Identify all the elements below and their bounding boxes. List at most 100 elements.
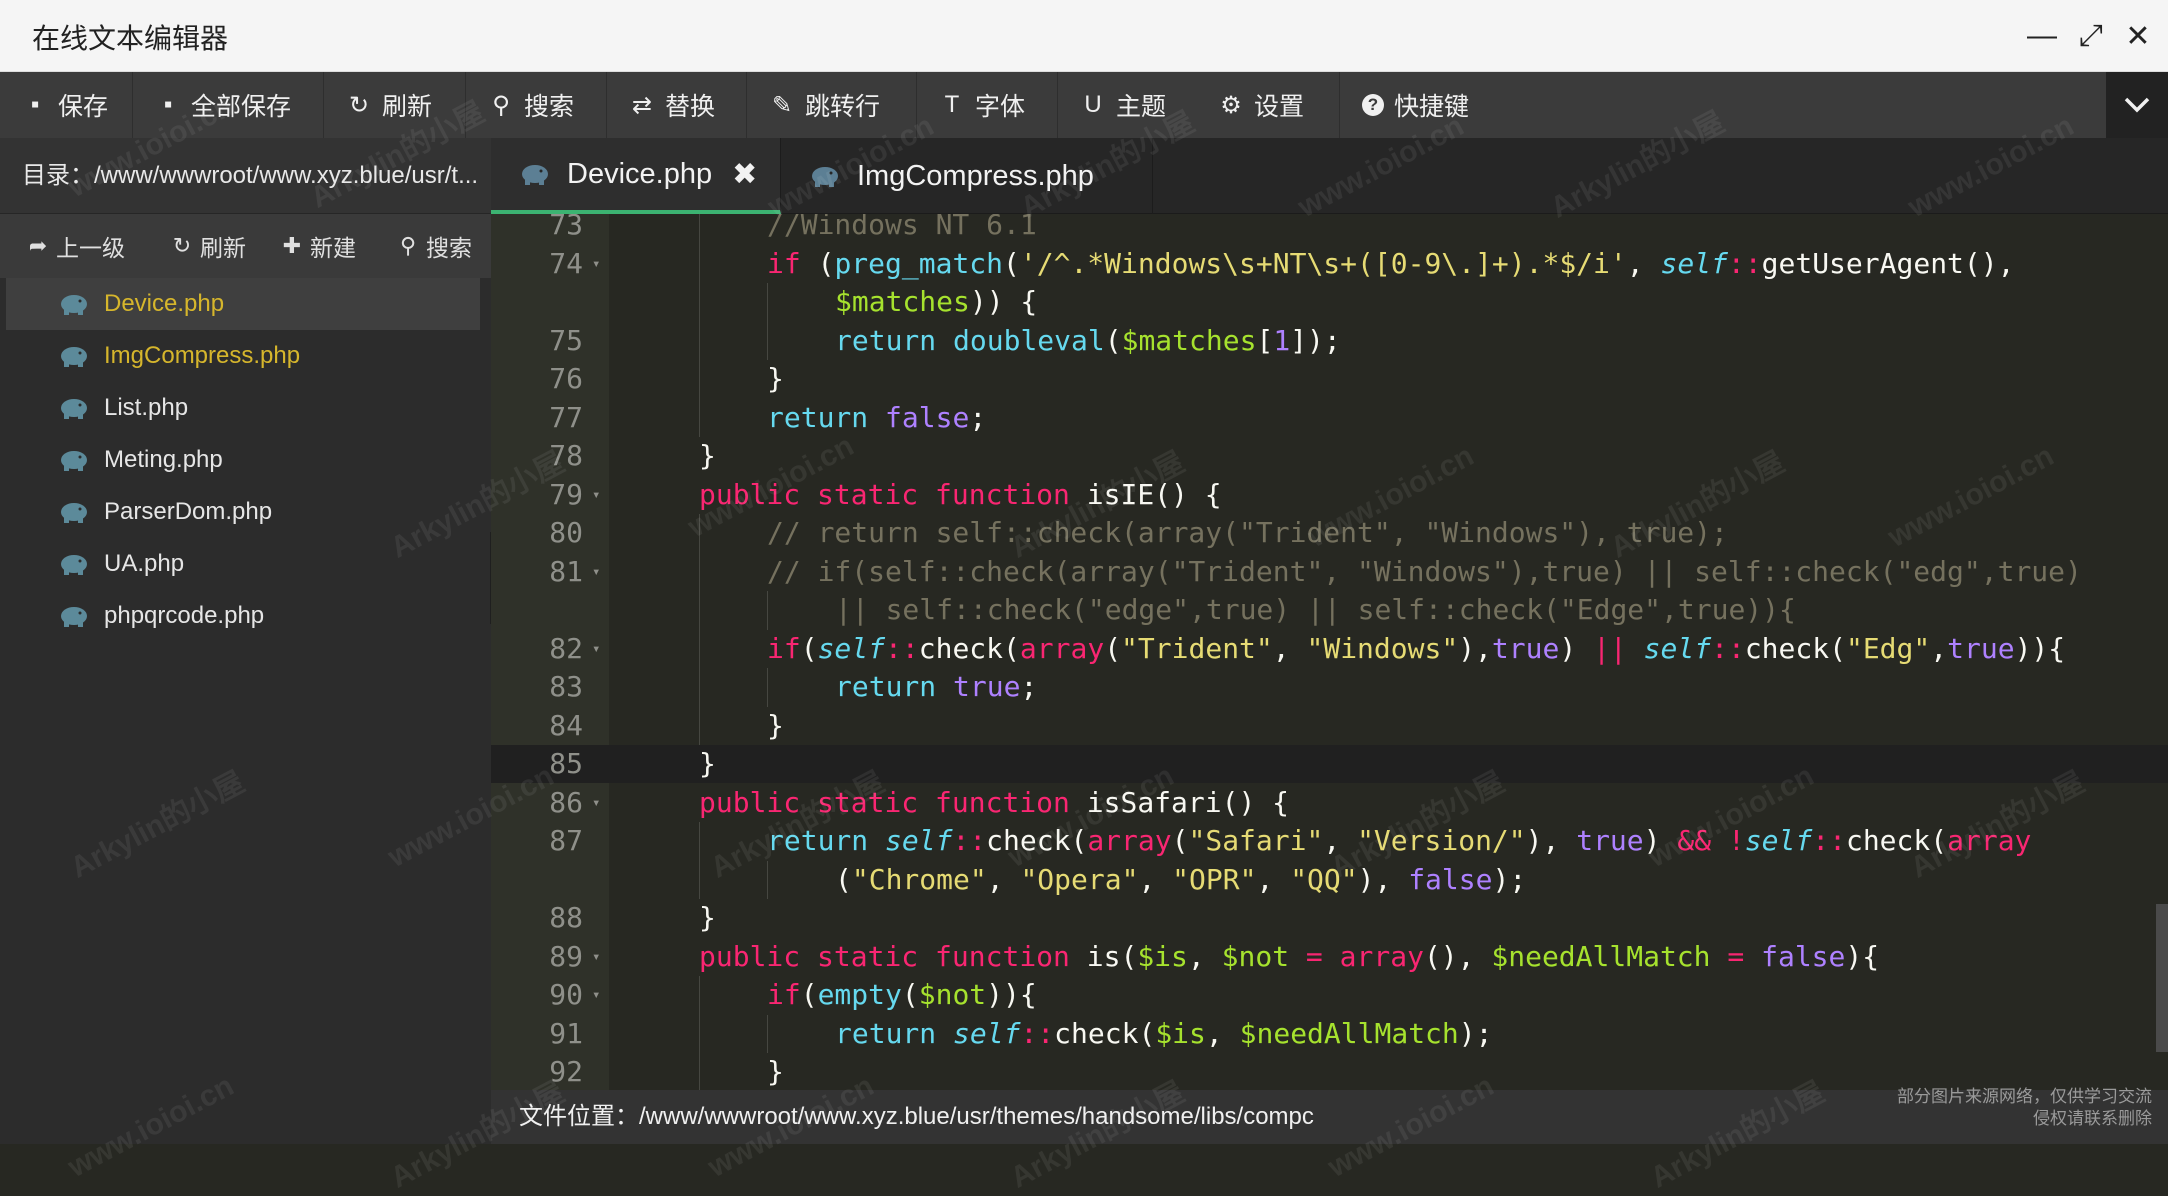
toolbar-more-button[interactable] xyxy=(2106,72,2168,138)
font-button[interactable]: T 字体 xyxy=(917,72,1058,138)
code-token: , xyxy=(1187,939,1222,973)
code-text: public static function is($is, $not = ar… xyxy=(699,938,1879,976)
parent-dir-label: 上一级 xyxy=(56,235,125,261)
code-token: check( xyxy=(918,631,1020,665)
code-token: ( xyxy=(1003,246,1020,280)
file-item[interactable]: ImgCompress.php xyxy=(6,330,480,382)
toolbar: ▪ 保存 ▪ 全部保存 ↻ 刷新 ⚲ 搜索 ⇄ 替换 ✎ 跳转行 T 字体 U 主题 ⚙ 设置 ?… xyxy=(0,72,2168,138)
fold-arrow-icon[interactable]: ▾ xyxy=(592,630,600,668)
tab-imgcompress-php[interactable]: ImgCompress.php xyxy=(781,138,1153,214)
code-editor[interactable]: 73//Windows NT 6.1 74 ▾ if (preg_match('/^.… xyxy=(491,214,2168,1090)
theme-button[interactable]: U 主题 xyxy=(1058,72,1198,138)
fold-arrow-icon[interactable]: ▾ xyxy=(592,976,600,1014)
code-token: self xyxy=(817,631,886,665)
file-item[interactable]: UA.php xyxy=(6,538,480,590)
refresh-files-button[interactable]: ↻ 刷新 xyxy=(170,214,246,278)
fold-arrow-icon[interactable]: ▾ xyxy=(592,245,600,283)
code-token: || xyxy=(1593,631,1627,665)
save-all-button[interactable]: ▪ 全部保存 xyxy=(133,72,324,138)
fold-arrow-icon[interactable]: ▾ xyxy=(592,553,600,591)
code-line: $matches)) { xyxy=(491,283,2168,322)
editor-scrollbar[interactable] xyxy=(2156,904,2168,1052)
code-token: check( xyxy=(1054,1016,1156,1050)
code-line: ("Chrome", "Opera", "OPR", "QQ"), false)… xyxy=(491,860,2168,899)
code-text: || self::check("edge",true) || self::che… xyxy=(835,591,1796,629)
code-token: ), xyxy=(1458,631,1492,665)
code-text: public static function isIE() { xyxy=(699,476,1222,514)
code-token: } xyxy=(767,708,784,742)
code-token: array xyxy=(1339,939,1424,973)
indent-guide xyxy=(767,321,768,360)
tab-device-php[interactable]: Device.php ✖ xyxy=(491,138,781,214)
code-token: , xyxy=(1272,631,1307,665)
indent-guide xyxy=(699,1014,700,1053)
refresh-button[interactable]: ↻ 刷新 xyxy=(324,72,466,138)
save-all-label: 全部保存 xyxy=(191,93,292,121)
file-list: Device.php ImgCompress.php List.php Meting.… xyxy=(0,278,491,642)
settings-button[interactable]: ⚙ 设置 xyxy=(1198,72,1340,138)
file-item[interactable]: List.php xyxy=(6,382,480,434)
code-token: } xyxy=(767,362,784,395)
shortcuts-button[interactable]: ? 快捷键 xyxy=(1340,72,1540,138)
code-token: self xyxy=(1660,246,1728,280)
code-token: } xyxy=(699,439,716,472)
code-token: :: xyxy=(885,631,919,665)
code-token: if xyxy=(767,631,801,665)
save-button[interactable]: ▪ 保存 xyxy=(0,72,133,138)
file-name: Device.php xyxy=(104,290,225,317)
font-label: 字体 xyxy=(975,93,1026,121)
file-sidebar: 目录：/www/wwwroot/www.xyz.blue/usr/t... ➦ 上… xyxy=(0,138,491,1144)
search-button[interactable]: ⚲ 搜索 xyxy=(466,72,607,138)
code-text: ("Chrome", "Opera", "OPR", "QQ"), false)… xyxy=(835,861,1526,899)
php-elephant-icon xyxy=(61,347,87,367)
fold-arrow-icon[interactable]: ▾ xyxy=(592,938,600,976)
code-text: } xyxy=(767,707,784,745)
minimize-icon[interactable]: — xyxy=(2020,14,2064,58)
close-tab-icon[interactable]: ✖ xyxy=(732,157,757,192)
code-token: public xyxy=(699,785,801,819)
goto-line-button[interactable]: ✎ 跳转行 xyxy=(747,72,917,138)
code-token: , xyxy=(1138,862,1173,896)
shortcuts-label: 快捷键 xyxy=(1394,93,1470,121)
indent-guide xyxy=(699,360,700,399)
gear-icon: ⚙ xyxy=(1220,91,1242,119)
code-token: } xyxy=(767,1055,784,1088)
file-item[interactable]: ParserDom.php xyxy=(6,486,480,538)
fold-arrow-icon[interactable]: ▾ xyxy=(592,476,600,514)
notice-line-1: 部分图片来源网络，仅供学习交流 xyxy=(1897,1087,2152,1106)
code-token: $needAllMatch xyxy=(1491,939,1711,973)
new-file-button[interactable]: ✚ 新建 xyxy=(280,214,356,278)
line-number: 83 xyxy=(549,670,583,703)
fold-arrow-icon[interactable]: ▾ xyxy=(592,784,600,822)
line-number: 78 xyxy=(549,439,583,472)
close-icon[interactable]: ✕ xyxy=(2116,14,2160,58)
code-line: 78} xyxy=(491,437,2168,475)
line-number: 77 xyxy=(549,400,583,434)
file-item[interactable]: Device.php xyxy=(6,278,480,330)
theme-label: 主题 xyxy=(1116,93,1167,121)
maximize-icon[interactable]: ⤢ xyxy=(2069,14,2113,58)
plus-icon: ✚ xyxy=(282,233,302,258)
file-item[interactable]: phpqrcode.php xyxy=(6,590,480,642)
replace-button[interactable]: ⇄ 替换 xyxy=(607,72,747,138)
code-token: ), xyxy=(1525,824,1577,857)
code-token: $needAllMatch xyxy=(1239,1016,1459,1050)
code-token: ( xyxy=(800,631,818,665)
parent-dir-button[interactable]: ➦ 上一级 xyxy=(26,214,125,278)
code-token: false xyxy=(1761,939,1846,973)
code-token: // return self::check(array("Trident", "… xyxy=(767,516,1728,549)
php-elephant-icon xyxy=(61,399,87,419)
save-icon: ▪ xyxy=(30,91,40,118)
indent-guide xyxy=(699,398,700,437)
search-files-button[interactable]: ⚲ 搜索 xyxy=(396,214,472,278)
code-token: ; xyxy=(969,400,987,434)
code-token: empty xyxy=(817,978,902,1011)
code-token: preg_match xyxy=(834,246,1004,280)
file-item[interactable]: Meting.php xyxy=(6,434,480,486)
indent-guide xyxy=(699,321,700,360)
